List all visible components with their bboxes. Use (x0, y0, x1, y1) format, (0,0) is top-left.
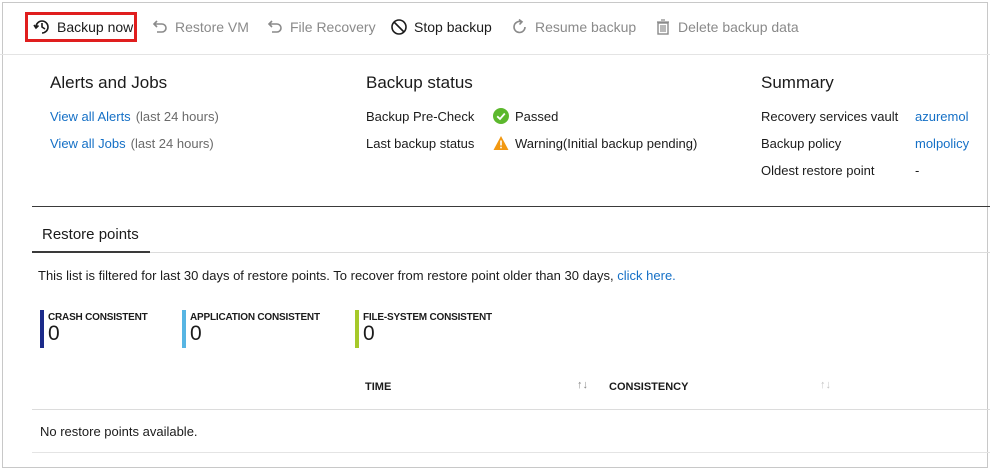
sort-icon[interactable]: ↑↓ (820, 379, 831, 391)
stop-backup-button[interactable]: Stop backup (390, 15, 492, 39)
undo-icon (267, 20, 282, 33)
tab-divider (150, 252, 990, 253)
counter-color-bar (355, 310, 359, 348)
column-header-time[interactable]: TIME (365, 381, 391, 393)
sort-icon[interactable]: ↑↓ (577, 379, 588, 391)
stop-icon (391, 19, 407, 35)
check-circle-icon (493, 108, 509, 124)
toolbar: Backup now Restore VM File Recovery Stop… (0, 0, 990, 54)
toolbar-divider (0, 54, 990, 55)
alerts-jobs-title: Alerts and Jobs (50, 73, 168, 92)
delete-backup-data-label: Delete backup data (678, 19, 799, 35)
restore-vm-button[interactable]: Restore VM (151, 15, 249, 39)
policy-value-link[interactable]: molpolicy (915, 136, 969, 151)
stop-backup-label: Stop backup (414, 19, 492, 35)
restore-vm-label: Restore VM (175, 19, 249, 35)
policy-link[interactable]: molpolicy (915, 136, 969, 151)
counter-label: APPLICATION CONSISTENT (190, 312, 320, 323)
counter-value: 0 (190, 322, 202, 345)
precheck-label: Backup Pre-Check (366, 109, 475, 124)
file-recovery-button[interactable]: File Recovery (266, 15, 376, 39)
view-all-alerts-link[interactable]: View all Alerts (50, 109, 131, 124)
column-header-consistency[interactable]: CONSISTENCY (609, 381, 688, 393)
refresh-icon (513, 18, 526, 34)
backup-now-label: Backup now (57, 19, 134, 35)
backup-now-button[interactable]: Backup now (33, 15, 133, 39)
section-divider (32, 206, 990, 207)
backup-status-title: Backup status (366, 73, 473, 92)
tab-restore-points[interactable]: Restore points (42, 226, 139, 243)
table-header-divider (32, 409, 990, 410)
backup-icon (33, 20, 49, 34)
alerts-note: (last 24 hours) (135, 109, 219, 124)
blade-frame (2, 2, 988, 468)
delete-backup-data-button[interactable]: Delete backup data (654, 15, 799, 39)
jobs-row: View all Jobs (last 24 hours) (50, 136, 214, 151)
resume-backup-label: Resume backup (535, 19, 637, 35)
counter-value: 0 (48, 322, 60, 345)
vault-label: Recovery services vault (761, 109, 899, 124)
vault-value-link[interactable]: azuremol (915, 109, 968, 124)
last-backup-value-text: Warning(Initial backup pending) (515, 135, 698, 151)
undo-icon (152, 20, 167, 33)
precheck-value-text: Passed (515, 108, 559, 124)
empty-table-message: No restore points available. (40, 424, 198, 439)
application-consistent-counter: APPLICATION CONSISTENT 0 (182, 310, 320, 348)
tab-active-underline (32, 251, 150, 253)
file-recovery-label: File Recovery (290, 19, 376, 35)
filter-notice-text: This list is filtered for last 30 days o… (38, 268, 614, 283)
counter-label: CRASH CONSISTENT (48, 312, 148, 323)
view-all-jobs-link[interactable]: View all Jobs (50, 136, 126, 151)
oldest-restore-label: Oldest restore point (761, 163, 875, 178)
last-backup-value: Warning(Initial backup pending) (493, 135, 697, 151)
counter-label: FILE-SYSTEM CONSISTENT (363, 312, 492, 323)
alerts-row: View all Alerts (last 24 hours) (50, 109, 219, 124)
file-system-consistent-counter: FILE-SYSTEM CONSISTENT 0 (355, 310, 492, 348)
trash-icon (657, 19, 669, 35)
policy-label: Backup policy (761, 136, 842, 151)
vault-link[interactable]: azuremol (915, 109, 968, 124)
warning-icon (493, 136, 509, 150)
summary-title: Summary (761, 73, 834, 92)
resume-backup-button[interactable]: Resume backup (511, 15, 636, 39)
oldest-restore-value: - (915, 163, 920, 178)
click-here-link[interactable]: click here. (617, 268, 676, 283)
counter-value: 0 (363, 322, 375, 345)
precheck-value: Passed (493, 108, 558, 124)
last-backup-label: Last backup status (366, 136, 475, 151)
counter-color-bar (182, 310, 186, 348)
jobs-note: (last 24 hours) (130, 136, 214, 151)
filter-notice: This list is filtered for last 30 days o… (38, 268, 676, 283)
counter-color-bar (40, 310, 44, 348)
crash-consistent-counter: CRASH CONSISTENT 0 (40, 310, 148, 348)
table-bottom-divider (32, 452, 990, 453)
